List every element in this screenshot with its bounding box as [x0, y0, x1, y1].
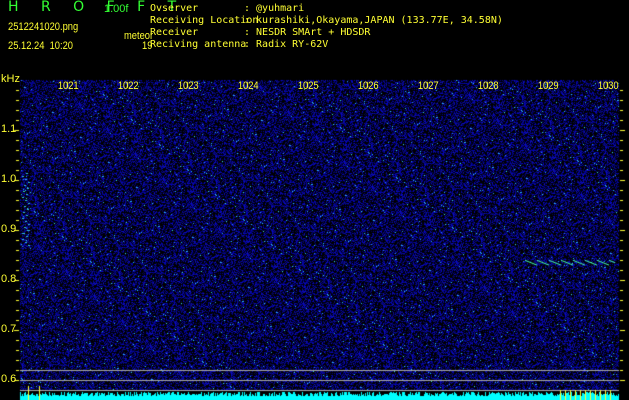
info-value-receiver: : NESDR SMArt + HDSDR	[244, 27, 371, 38]
time-tick-label: 1027	[417, 80, 439, 92]
datetime: 25.12.24 10:20	[8, 40, 73, 52]
info-value-antenna: : Radix RY-62V	[244, 39, 329, 50]
time-tick-label: 1028	[477, 80, 499, 92]
freq-tick-label: 1.1	[1, 123, 17, 135]
time-tick-label: 1021	[57, 80, 79, 92]
freq-tick-label: 0.9	[1, 223, 17, 235]
freq-tick-label: 1.0	[1, 173, 17, 185]
freq-tick-label: 0.7	[1, 323, 17, 335]
info-label-observer: Ovserver	[150, 3, 199, 14]
time-tick-label: 1025	[297, 80, 319, 92]
info-value-observer: : @yuhmari	[244, 3, 305, 14]
spectrogram-canvas	[0, 78, 629, 400]
info-value-location: : kurashiki,Okayama,JAPAN (133.77E, 34.5…	[244, 15, 503, 26]
freq-tick-label: 0.6	[1, 373, 17, 385]
time-tick-label: 1026	[357, 80, 379, 92]
time-tick-label: 1023	[177, 80, 199, 92]
app-version: 1.00f	[104, 3, 129, 15]
time-tick-label: 1029	[537, 80, 559, 92]
time-tick-label: 1030	[597, 80, 619, 92]
y-axis-unit: kHz	[1, 73, 20, 85]
time-tick-label: 1024	[237, 80, 259, 92]
freq-tick-label: 0.8	[1, 273, 17, 285]
info-label-location: Receiving Location	[150, 15, 259, 26]
info-label-antenna: Reciving antenna	[150, 39, 247, 50]
time-tick-label: 1022	[117, 80, 139, 92]
info-label-receiver: Receiver	[150, 27, 199, 38]
filename: 2512241020.png	[8, 21, 79, 33]
